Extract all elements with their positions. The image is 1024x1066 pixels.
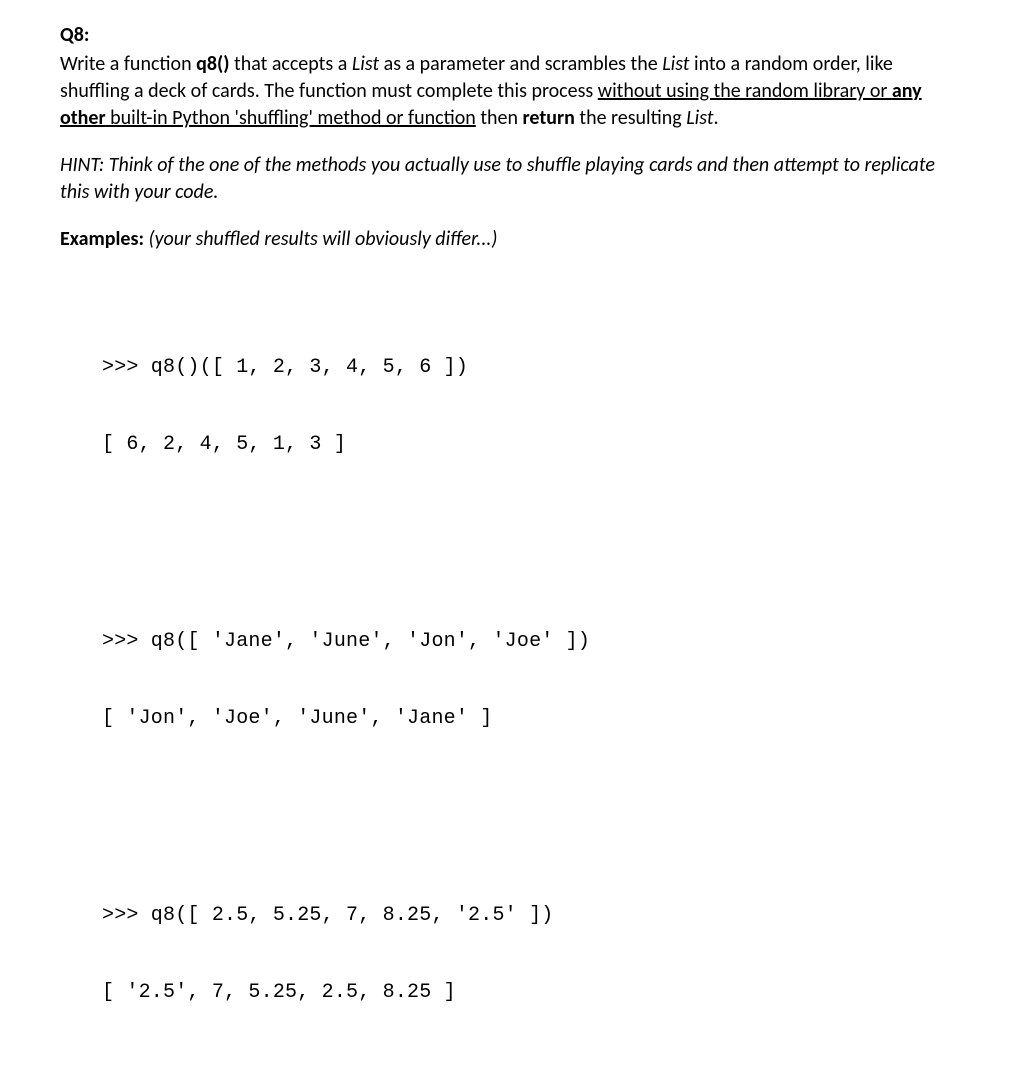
return-keyword: return	[523, 106, 575, 130]
function-name: q8()	[196, 52, 229, 76]
question-description: Write a function q8() that accepts a Lis…	[60, 51, 964, 132]
code-input: >>> q8([ 2.5, 5.25, 7, 8.25, '2.5' ])	[102, 903, 964, 929]
text-segment: the resulting	[575, 106, 686, 130]
example-3: >>> q8([ 2.5, 5.25, 7, 8.25, '2.5' ]) [ …	[102, 852, 964, 1057]
code-input: >>> q8()([ 1, 2, 3, 4, 5, 6 ])	[102, 355, 964, 381]
code-output: [ '2.5', 7, 5.25, 2.5, 8.25 ]	[102, 980, 964, 1006]
list-term: List	[352, 52, 379, 76]
code-output: [ 6, 2, 4, 5, 1, 3 ]	[102, 432, 964, 458]
text-segment: that accepts a	[229, 52, 351, 76]
question-heading: Q8:	[60, 22, 964, 49]
constraint-text: without using the random library or	[598, 79, 892, 103]
examples-heading: Examples: (your shuffled results will ob…	[60, 226, 964, 253]
list-term: List	[686, 106, 713, 130]
text-segment: as a parameter and scrambles the	[379, 52, 662, 76]
text-segment: .	[714, 106, 719, 130]
constraint-text: built-in Python 'shuffling' method or fu…	[106, 106, 476, 130]
examples-label-bold: Examples:	[60, 227, 144, 251]
examples-label-note: (your shuffled results will obviously di…	[144, 227, 498, 251]
hint-text: HINT: Think of the one of the methods yo…	[60, 152, 964, 206]
text-segment: Write a function	[60, 52, 196, 76]
code-input: >>> q8([ 'Jane', 'June', 'Jon', 'Joe' ])	[102, 629, 964, 655]
text-segment: then	[476, 106, 523, 130]
example-1: >>> q8()([ 1, 2, 3, 4, 5, 6 ]) [ 6, 2, 4…	[102, 304, 964, 509]
example-2: >>> q8([ 'Jane', 'June', 'Jon', 'Joe' ])…	[102, 578, 964, 783]
code-output: [ 'Jon', 'Joe', 'June', 'Jane' ]	[102, 706, 964, 732]
list-term: List	[662, 52, 689, 76]
code-examples: >>> q8()([ 1, 2, 3, 4, 5, 6 ]) [ 6, 2, 4…	[102, 253, 964, 1066]
